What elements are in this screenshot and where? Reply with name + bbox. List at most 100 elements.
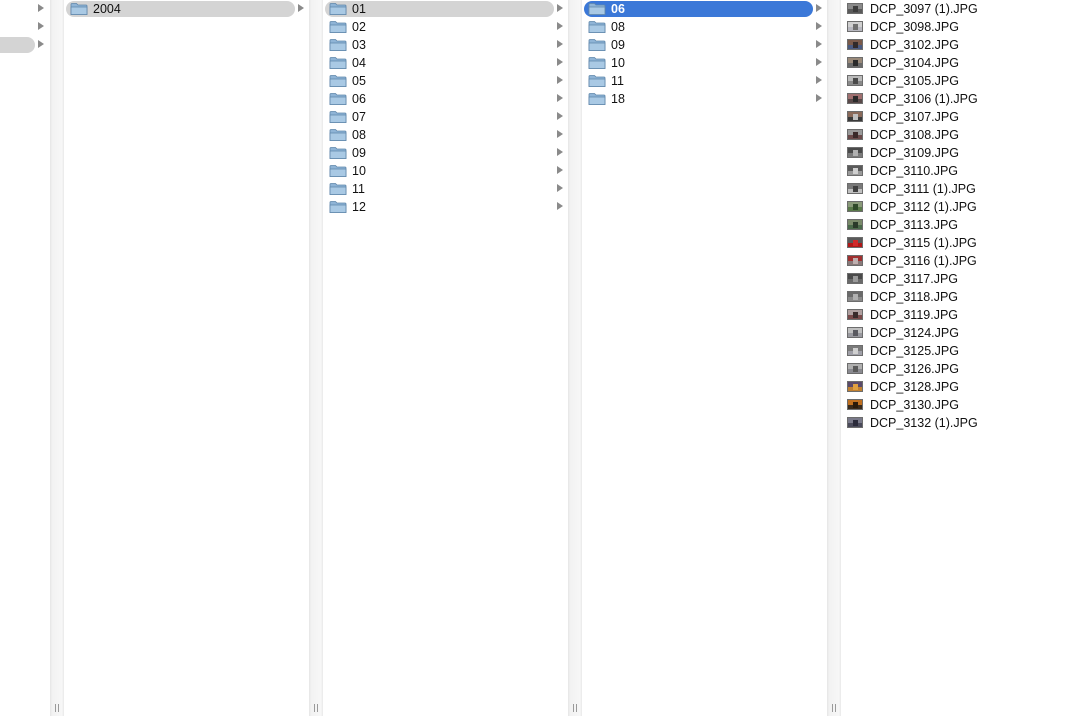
column-divider-2[interactable]	[568, 0, 582, 716]
file-label: DCP_3097 (1).JPG	[870, 2, 978, 16]
file-row[interactable]: DCP_3126.JPG	[841, 360, 1087, 378]
folder-label: 05	[352, 74, 366, 88]
image-thumbnail-icon	[847, 309, 863, 320]
file-row[interactable]: DCP_3124.JPG	[841, 324, 1087, 342]
image-thumbnail-icon	[847, 201, 863, 212]
folder-row[interactable]	[0, 0, 50, 18]
folder-row[interactable]	[0, 18, 50, 36]
folder-row-06[interactable]: 06	[582, 0, 827, 18]
file-row[interactable]: DCP_3132 (1).JPG	[841, 414, 1087, 432]
column-divider-0[interactable]	[50, 0, 64, 716]
folder-icon	[588, 56, 606, 70]
resize-grip[interactable]	[53, 704, 61, 712]
folder-row-10[interactable]: 10	[323, 162, 568, 180]
disclosure-arrow-icon[interactable]	[816, 76, 822, 84]
file-label: DCP_3125.JPG	[870, 344, 959, 358]
file-row[interactable]: DCP_3107.JPG	[841, 108, 1087, 126]
file-row[interactable]: DCP_3125.JPG	[841, 342, 1087, 360]
folder-icon	[588, 92, 606, 106]
resize-grip[interactable]	[312, 704, 320, 712]
folder-icon	[70, 2, 88, 16]
file-label: DCP_3113.JPG	[870, 218, 959, 232]
folder-row-03[interactable]: 03	[323, 36, 568, 54]
file-row[interactable]: DCP_3102.JPG	[841, 36, 1087, 54]
file-row[interactable]: DCP_3104.JPG	[841, 54, 1087, 72]
disclosure-arrow-icon[interactable]	[38, 22, 44, 30]
folder-row-05[interactable]: 05	[323, 72, 568, 90]
file-row[interactable]: DCP_3111 (1).JPG	[841, 180, 1087, 198]
folder-row-11[interactable]: 11	[582, 72, 827, 90]
disclosure-arrow-icon[interactable]	[557, 130, 563, 138]
disclosure-arrow-icon[interactable]	[557, 40, 563, 48]
disclosure-arrow-icon[interactable]	[557, 94, 563, 102]
disclosure-arrow-icon[interactable]	[557, 166, 563, 174]
disclosure-arrow-icon[interactable]	[557, 58, 563, 66]
folder-icon	[588, 2, 606, 16]
folder-row-08[interactable]: 08	[323, 126, 568, 144]
browser-column-0[interactable]	[0, 0, 50, 716]
file-row[interactable]: DCP_3113.JPG	[841, 216, 1087, 234]
folder-label: 08	[611, 20, 625, 34]
disclosure-arrow-icon[interactable]	[816, 94, 822, 102]
image-thumbnail-icon	[847, 273, 863, 284]
folder-row[interactable]	[0, 36, 50, 54]
file-row[interactable]: DCP_3108.JPG	[841, 126, 1087, 144]
file-row[interactable]: DCP_3098.JPG	[841, 18, 1087, 36]
column-divider-3[interactable]	[827, 0, 841, 716]
file-row[interactable]: DCP_3117.JPG	[841, 270, 1087, 288]
disclosure-arrow-icon[interactable]	[298, 4, 304, 12]
folder-row-04[interactable]: 04	[323, 54, 568, 72]
browser-column-2[interactable]: 01 02 03 04 05 06 07 08 09 10 11 12	[323, 0, 568, 716]
folder-row-12[interactable]: 12	[323, 198, 568, 216]
file-row[interactable]: DCP_3109.JPG	[841, 144, 1087, 162]
folder-row-07[interactable]: 07	[323, 108, 568, 126]
file-label: DCP_3132 (1).JPG	[870, 416, 978, 430]
resize-grip[interactable]	[830, 704, 838, 712]
disclosure-arrow-icon[interactable]	[557, 184, 563, 192]
disclosure-arrow-icon[interactable]	[557, 148, 563, 156]
folder-row-11[interactable]: 11	[323, 180, 568, 198]
column-divider-1[interactable]	[309, 0, 323, 716]
folder-row-02[interactable]: 02	[323, 18, 568, 36]
file-row[interactable]: DCP_3119.JPG	[841, 306, 1087, 324]
folder-row-08[interactable]: 08	[582, 18, 827, 36]
folder-icon	[329, 92, 347, 106]
folder-row-18[interactable]: 18	[582, 90, 827, 108]
folder-row-06[interactable]: 06	[323, 90, 568, 108]
folder-row-09[interactable]: 09	[323, 144, 568, 162]
file-row[interactable]: DCP_3116 (1).JPG	[841, 252, 1087, 270]
browser-column-3[interactable]: 06 08 09 10 11 18	[582, 0, 827, 716]
disclosure-arrow-icon[interactable]	[816, 40, 822, 48]
disclosure-arrow-icon[interactable]	[816, 58, 822, 66]
resize-grip[interactable]	[571, 704, 579, 712]
folder-row-09[interactable]: 09	[582, 36, 827, 54]
file-row[interactable]: DCP_3105.JPG	[841, 72, 1087, 90]
disclosure-arrow-icon[interactable]	[557, 202, 563, 210]
file-row[interactable]: DCP_3106 (1).JPG	[841, 90, 1087, 108]
file-row[interactable]: DCP_3112 (1).JPG	[841, 198, 1087, 216]
folder-row-2004[interactable]: 2004	[64, 0, 309, 18]
file-row[interactable]: DCP_3128.JPG	[841, 378, 1087, 396]
browser-column-4[interactable]: DCP_3097 (1).JPG DCP_3098.JPG DCP_3102.JPG…	[841, 0, 1087, 716]
disclosure-arrow-icon[interactable]	[557, 22, 563, 30]
disclosure-arrow-icon[interactable]	[557, 112, 563, 120]
file-row[interactable]: DCP_3097 (1).JPG	[841, 0, 1087, 18]
disclosure-arrow-icon[interactable]	[38, 40, 44, 48]
folder-row-10[interactable]: 10	[582, 54, 827, 72]
file-label: DCP_3102.JPG	[870, 38, 959, 52]
disclosure-arrow-icon[interactable]	[816, 4, 822, 12]
folder-icon	[329, 200, 347, 214]
disclosure-arrow-icon[interactable]	[557, 4, 563, 12]
disclosure-arrow-icon[interactable]	[38, 4, 44, 12]
folder-row-01[interactable]: 01	[323, 0, 568, 18]
disclosure-arrow-icon[interactable]	[557, 76, 563, 84]
disclosure-arrow-icon[interactable]	[816, 22, 822, 30]
file-label: DCP_3128.JPG	[870, 380, 959, 394]
file-row[interactable]: DCP_3110.JPG	[841, 162, 1087, 180]
file-row[interactable]: DCP_3115 (1).JPG	[841, 234, 1087, 252]
file-row[interactable]: DCP_3118.JPG	[841, 288, 1087, 306]
file-row[interactable]: DCP_3130.JPG	[841, 396, 1087, 414]
browser-column-1[interactable]: 2004	[64, 0, 309, 716]
folder-icon	[329, 146, 347, 160]
selection-highlight	[0, 37, 35, 53]
